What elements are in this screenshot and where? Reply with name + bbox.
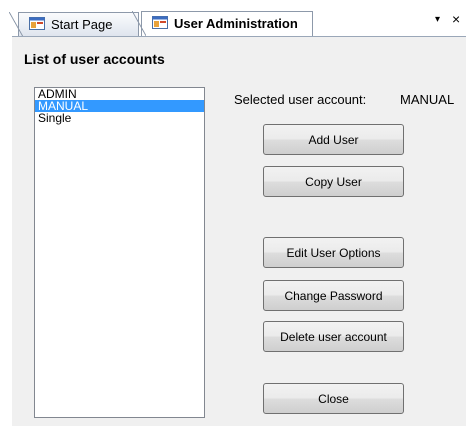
delete-user-account-button[interactable]: Delete user account	[263, 321, 404, 352]
tab-label: Start Page	[51, 17, 113, 32]
user-list[interactable]: ADMIN MANUAL Single	[34, 87, 205, 418]
change-password-button[interactable]: Change Password	[263, 280, 404, 311]
chevron-down-icon[interactable]: ▾	[435, 14, 440, 25]
tab-edge	[132, 11, 146, 36]
edit-user-options-button[interactable]: Edit User Options	[263, 237, 404, 268]
tab-edge	[9, 12, 23, 37]
app-window-icon	[29, 17, 45, 30]
app-window-icon	[152, 16, 168, 29]
close-icon[interactable]: ×	[452, 11, 460, 27]
selected-user-label: Selected user account:	[234, 92, 367, 107]
tab-user-administration[interactable]: User Administration	[132, 11, 313, 37]
tab-label: User Administration	[174, 16, 298, 31]
close-button[interactable]: Close	[263, 383, 404, 414]
copy-user-button[interactable]: Copy User	[263, 166, 404, 197]
selected-user-value: MANUAL	[400, 92, 455, 107]
add-user-button[interactable]: Add User	[263, 124, 404, 155]
document-tab-strip: Start Page User Administration ▾ ×	[0, 0, 466, 37]
page-title: List of user accounts	[24, 51, 165, 67]
tab-start-page[interactable]: Start Page	[9, 12, 139, 37]
list-item[interactable]: Single	[35, 112, 204, 124]
